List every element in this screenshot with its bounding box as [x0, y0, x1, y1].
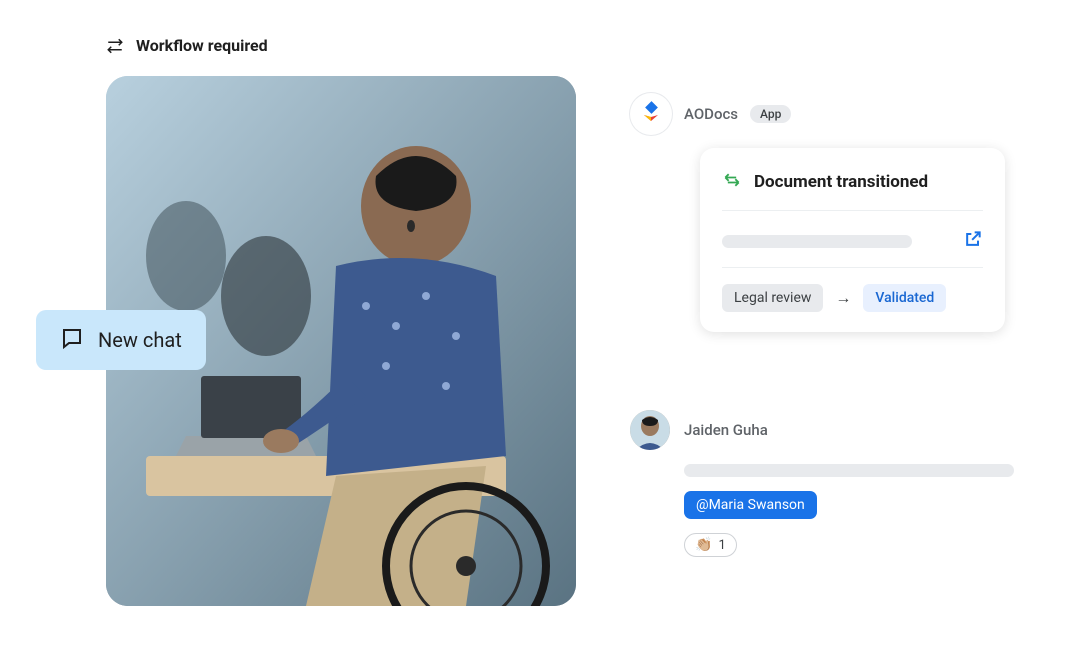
mention-chip[interactable]: @Maria Swanson — [684, 491, 817, 519]
reaction-chip[interactable]: 👏🏼 1 — [684, 533, 737, 557]
aodocs-app-header: AODocs App — [630, 93, 791, 135]
new-chat-button[interactable]: New chat — [36, 310, 206, 370]
message-text-placeholder — [684, 464, 1014, 477]
external-link-icon[interactable] — [963, 229, 983, 253]
clap-emoji-icon: 👏🏼 — [695, 537, 712, 553]
reaction-count: 1 — [718, 538, 725, 553]
state-from-chip: Legal review — [722, 284, 823, 312]
state-to-chip: Validated — [863, 284, 946, 312]
chat-icon — [60, 326, 84, 354]
arrow-right-icon: → — [835, 288, 851, 308]
document-transition-card: Document transitioned Legal review → Val… — [700, 148, 1005, 332]
message-username: Jaiden Guha — [684, 421, 768, 439]
app-badge: App — [750, 105, 791, 123]
transition-icon — [722, 170, 742, 194]
chat-message: Jaiden Guha @Maria Swanson 👏🏼 1 — [630, 410, 1014, 557]
aodocs-logo-icon — [630, 93, 672, 135]
aodocs-name: AODocs — [684, 105, 738, 123]
doc-name-placeholder — [722, 235, 912, 248]
workflow-required-label: Workflow required — [136, 36, 268, 55]
swap-icon — [106, 37, 124, 55]
new-chat-label: New chat — [98, 328, 182, 352]
doc-card-title: Document transitioned — [754, 172, 928, 192]
workflow-required-header: Workflow required — [106, 36, 268, 55]
avatar[interactable] — [630, 410, 670, 450]
